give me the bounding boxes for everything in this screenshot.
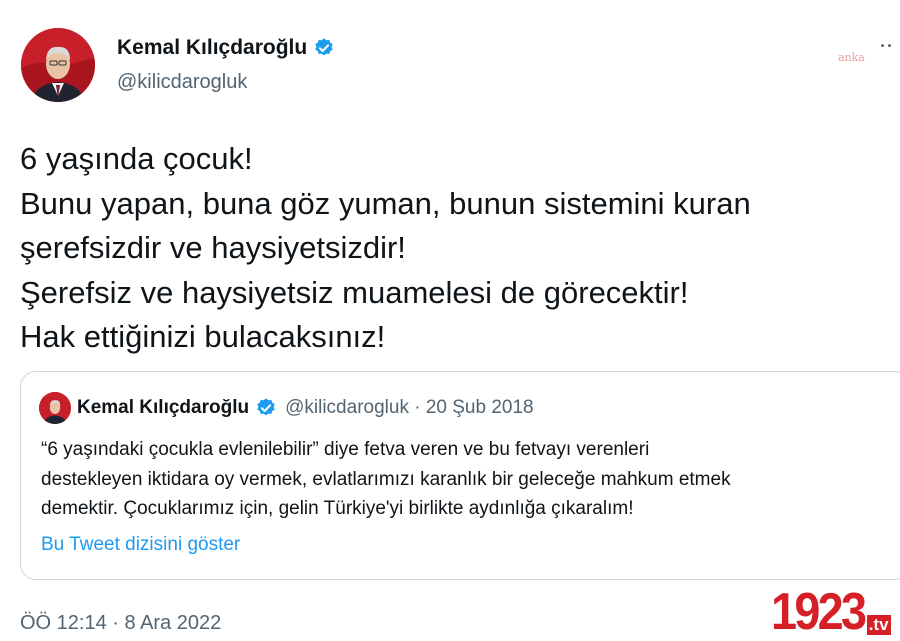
logo-number: 1923 <box>771 583 867 641</box>
logo-suffix: .tv <box>866 615 891 635</box>
show-thread-link[interactable]: Bu Tweet dizisini göster <box>41 534 240 556</box>
verified-badge-icon <box>313 37 335 59</box>
quoted-author-avatar <box>39 392 71 424</box>
tweet-text: 6 yaşında çocuk! Bunu yapan, buna göz yu… <box>20 137 890 360</box>
author-name[interactable]: Kemal Kılıçdaroğlu <box>117 36 307 60</box>
tweet-line: Şerefsiz ve haysiyetsiz muamelesi de gör… <box>20 274 689 310</box>
tweet-line: 6 yaşında çocuk! <box>20 141 253 176</box>
tweet-line: Bunu yapan, buna göz yuman, bunun sistem… <box>20 185 751 221</box>
tweet-timestamp[interactable]: ÖÖ 12:14 · 8 Ara 2022 <box>20 612 221 635</box>
quoted-line: destekleyen iktidara oy vermek, evlatlar… <box>41 468 731 490</box>
channel-logo: 1923 .tv <box>771 583 891 641</box>
quoted-line: demektir. Çocuklarımız için, gelin Türki… <box>41 498 634 519</box>
tweet-line: şerefsizdir ve haysiyetsizdir! <box>20 230 406 265</box>
quoted-line: “6 yaşındaki çocukla evlenilebilir” diye… <box>41 439 650 460</box>
quoted-author-name: Kemal Kılıçdaroğlu <box>77 397 250 418</box>
verified-badge-icon <box>255 397 277 419</box>
quoted-tweet-card[interactable]: Kemal Kılıçdaroğlu @kilicdarogluk · 20 Ş… <box>20 371 900 580</box>
more-dots-icon[interactable]: ·· <box>880 36 894 57</box>
author-avatar[interactable] <box>21 28 95 102</box>
watermark: anka <box>838 51 865 64</box>
quoted-handle-date: @kilicdarogluk · 20 Şub 2018 <box>285 397 534 418</box>
author-handle[interactable]: @kilicdarogluk <box>117 71 247 94</box>
quoted-tweet-header: Kemal Kılıçdaroğlu @kilicdarogluk · 20 Ş… <box>39 392 534 424</box>
quoted-tweet-text: “6 yaşındaki çocukla evlenilebilir” diye… <box>41 435 900 524</box>
tweet-line: Hak ettiğinizi bulacaksınız! <box>20 319 386 354</box>
author-name-row: Kemal Kılıçdaroğlu <box>117 36 335 60</box>
